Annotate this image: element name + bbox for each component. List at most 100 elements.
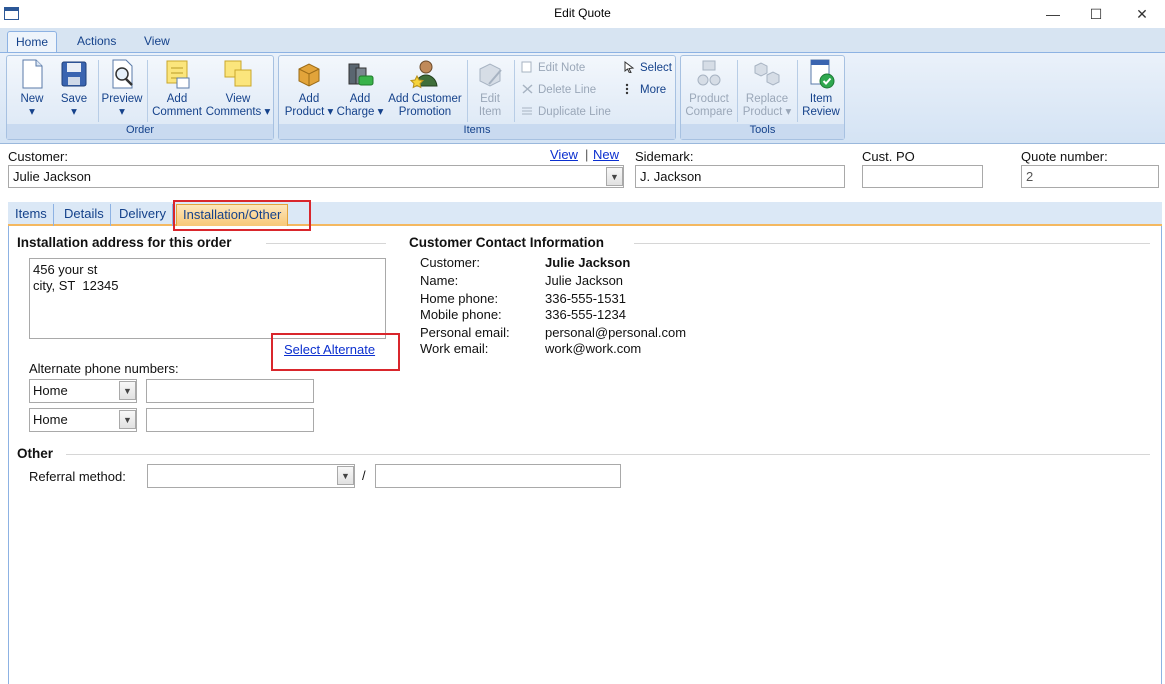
ribbon-separator — [147, 60, 148, 122]
referral-dropdown-button[interactable]: ▼ — [337, 466, 354, 485]
chevron-down-icon: ▼ — [123, 414, 132, 425]
phone-number-input-2[interactable] — [146, 408, 314, 432]
ribbon-separator — [98, 60, 99, 122]
contact-section-title: Customer Contact Information — [409, 235, 605, 250]
replace-product-button[interactable]: Replace Product ▾ — [739, 58, 795, 119]
tab-details[interactable]: Details — [58, 204, 111, 226]
section-divider — [266, 243, 386, 244]
item-review-icon — [810, 59, 835, 89]
chevron-down-icon: ▼ — [610, 171, 619, 182]
contact-personal-email-label: Personal email: — [420, 325, 510, 340]
phone-number-input-1[interactable] — [146, 379, 314, 403]
contact-mobile-phone-value: 336-555-1234 — [545, 307, 626, 322]
window-title: Edit Quote — [554, 6, 611, 20]
phone-type-dropdown-button-1[interactable]: ▼ — [119, 381, 136, 400]
item-review-button[interactable]: Item Review — [799, 58, 843, 119]
ribbon-group-tools: Product Compare Replace Product ▾ Item Revi… — [680, 55, 845, 140]
view-comments-icon — [224, 60, 252, 87]
save-disk-icon — [61, 61, 87, 87]
new-document-icon — [22, 59, 43, 89]
more-vertical-dots-icon — [625, 83, 629, 95]
delete-line-icon — [522, 84, 533, 94]
select-button[interactable]: Select — [623, 59, 672, 77]
product-compare-icon — [697, 60, 721, 86]
maximize-button[interactable]: ☐ — [1073, 0, 1119, 28]
new-button[interactable]: New ▾ — [11, 58, 53, 119]
customer-label: Customer: — [8, 149, 68, 164]
referral-method-select[interactable] — [147, 464, 355, 488]
ribbon-group-label-items: Items — [279, 124, 675, 139]
customer-promotion-icon — [410, 60, 438, 89]
edit-item-button[interactable]: Edit Item — [469, 58, 511, 119]
installation-section-title: Installation address for this order — [17, 235, 232, 250]
referral-detail-input[interactable] — [375, 464, 621, 488]
chevron-down-icon: ▼ — [341, 470, 350, 481]
add-product-button[interactable]: Add Product ▾ — [281, 58, 337, 119]
close-button[interactable]: ✕ — [1119, 0, 1165, 28]
edit-note-button[interactable]: Edit Note — [521, 59, 585, 77]
phone-type-dropdown-button-2[interactable]: ▼ — [119, 410, 136, 429]
ribbon-tab-view[interactable]: View — [136, 31, 178, 52]
section-divider — [66, 454, 1150, 455]
view-comments-button[interactable]: View Comments ▾ — [205, 58, 271, 119]
ribbon-separator — [797, 60, 798, 122]
tab-delivery[interactable]: Delivery — [113, 204, 173, 226]
edit-item-icon — [479, 63, 502, 87]
contact-customer-label: Customer: — [420, 255, 480, 270]
tab-highlight-box — [173, 200, 311, 231]
duplicate-line-icon — [522, 107, 532, 115]
ribbon-group-items: Add Product ▾ Add Charge ▾ Add Customer Pro… — [278, 55, 676, 140]
ribbon-tab-actions[interactable]: Actions — [69, 31, 124, 52]
add-charge-icon — [348, 63, 374, 86]
more-button[interactable]: More — [623, 81, 666, 99]
contact-mobile-phone-label: Mobile phone: — [420, 307, 502, 322]
referral-method-label: Referral method: — [29, 469, 126, 484]
product-compare-button[interactable]: Product Compare — [683, 58, 735, 119]
sidemark-label: Sidemark: — [635, 149, 694, 164]
ribbon-separator — [467, 60, 468, 122]
ribbon-separator — [737, 60, 738, 122]
edit-note-icon — [521, 61, 532, 73]
ribbon-tab-home[interactable]: Home — [7, 31, 58, 52]
customer-dropdown-button[interactable]: ▼ — [606, 167, 623, 186]
link-separator: | — [585, 147, 589, 162]
contact-work-email-value: work@work.com — [545, 341, 642, 356]
duplicate-line-button[interactable]: Duplicate Line — [521, 103, 611, 121]
ribbon-group-label-tools: Tools — [681, 124, 844, 139]
add-charge-button[interactable]: Add Charge ▾ — [335, 58, 385, 119]
contact-home-phone-value: 336-555-1531 — [545, 291, 626, 306]
ribbon-tab-bar: Home Actions View — [0, 28, 1165, 52]
contact-home-phone-label: Home phone: — [420, 291, 499, 306]
add-comment-button[interactable]: Add Comment — [150, 58, 204, 119]
section-divider — [634, 243, 1150, 244]
cursor-arrow-icon — [624, 61, 635, 73]
contact-personal-email-value: personal@personal.com — [545, 325, 687, 340]
ribbon-group-label-order: Order — [7, 124, 273, 139]
preview-button[interactable]: Preview ▾ — [100, 58, 144, 119]
save-button[interactable]: Save ▾ — [53, 58, 95, 119]
chevron-down-icon: ▼ — [123, 385, 132, 396]
quote-number-label: Quote number: — [1021, 149, 1108, 164]
ribbon: New ▾ Save ▾ Preview ▾ Add Comment View Comme… — [0, 52, 1165, 144]
select-alternate-highlight-box — [271, 333, 400, 371]
minimize-button[interactable]: — — [1030, 0, 1076, 28]
cust-po-label: Cust. PO — [862, 149, 915, 164]
other-section-title: Other — [17, 446, 54, 461]
add-customer-promotion-button[interactable]: Add Customer Promotion — [385, 58, 465, 119]
ribbon-separator — [514, 60, 515, 122]
add-product-box-icon — [298, 63, 320, 87]
installation-address-textarea[interactable]: 456 your st city, ST 12345 — [29, 258, 386, 339]
referral-separator: / — [362, 468, 366, 483]
delete-line-button[interactable]: Delete Line — [521, 81, 596, 99]
contact-customer-value: Julie Jackson — [545, 255, 631, 270]
customer-combobox[interactable]: Julie Jackson — [8, 165, 624, 188]
view-customer-link[interactable]: View — [550, 147, 578, 162]
tab-items[interactable]: Items — [9, 204, 54, 226]
new-customer-link[interactable]: New — [593, 147, 619, 162]
contact-name-label: Name: — [420, 273, 459, 288]
add-comment-icon — [166, 60, 190, 89]
cust-po-input[interactable] — [862, 165, 983, 188]
contact-work-email-label: Work email: — [420, 341, 489, 356]
sidemark-input[interactable]: J. Jackson — [635, 165, 845, 188]
print-preview-icon — [112, 59, 133, 89]
